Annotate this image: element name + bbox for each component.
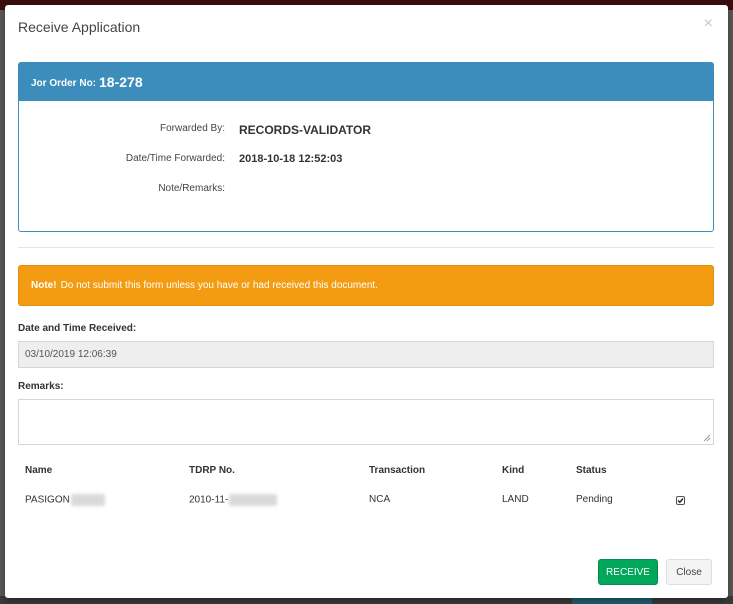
- redacted-name: [70, 494, 105, 506]
- col-header-transaction: Transaction: [369, 465, 426, 476]
- cell-status: Pending: [576, 494, 613, 505]
- receive-application-modal: Receive Application × Jor Order No: 18-2…: [5, 5, 728, 598]
- cell-transaction: NCA: [369, 494, 391, 505]
- date-forwarded-label: Date/Time Forwarded:: [125, 153, 225, 164]
- cell-tdrp: 2010-11-: [189, 494, 278, 506]
- resize-grip-icon[interactable]: [703, 434, 711, 442]
- col-header-name: Name: [25, 465, 53, 476]
- col-header-kind: Kind: [502, 465, 525, 476]
- alert-strong: Note!: [31, 280, 57, 291]
- date-received-value: 03/10/2019 12:06:39: [25, 349, 117, 360]
- close-icon[interactable]: ×: [704, 15, 713, 33]
- modal-header: Receive Application ×: [5, 5, 728, 49]
- cell-tdrp-text: 2010-11-: [189, 494, 229, 506]
- forwarded-by-value: RECORDS-VALIDATOR: [239, 123, 371, 137]
- row-select-checkbox[interactable]: [676, 496, 685, 505]
- divider: [18, 247, 714, 248]
- date-received-label: Date and Time Received:: [18, 323, 137, 334]
- close-button[interactable]: Close: [666, 559, 712, 585]
- alert-text: Do not submit this form unless you have …: [60, 280, 378, 291]
- warning-alert: Note! Do not submit this form unless you…: [18, 265, 714, 306]
- panel-heading: Jor Order No: 18-278: [19, 63, 713, 101]
- cell-name-text: PASIGON: [25, 494, 70, 506]
- remarks-label: Remarks:: [18, 381, 64, 392]
- modal-title: Receive Application: [18, 19, 141, 35]
- note-remarks-row: Note/Remarks:: [19, 183, 713, 199]
- job-order-label: Jor Order No:: [31, 77, 97, 89]
- remarks-textarea[interactable]: [18, 399, 714, 445]
- date-received-input[interactable]: 03/10/2019 12:06:39: [18, 341, 714, 368]
- receive-button[interactable]: RECEIVE: [598, 559, 658, 585]
- cell-kind: LAND: [502, 494, 529, 505]
- redacted-tdrp: [229, 494, 278, 506]
- col-header-tdrp: TDRP No.: [189, 465, 235, 476]
- forwarded-by-row: Forwarded By: RECORDS-VALIDATOR: [19, 123, 713, 139]
- checkmark-icon: [677, 498, 684, 504]
- date-forwarded-value: 2018-10-18 12:52:03: [239, 153, 343, 165]
- job-order-number: 18-278: [99, 74, 143, 90]
- job-order-panel: Jor Order No: 18-278 Forwarded By: RECOR…: [18, 62, 714, 232]
- forwarded-by-label: Forwarded By:: [159, 123, 225, 134]
- date-forwarded-row: Date/Time Forwarded: 2018-10-18 12:52:03: [19, 153, 713, 169]
- cell-name: PASIGON: [25, 494, 105, 506]
- col-header-status: Status: [576, 465, 607, 476]
- note-remarks-label: Note/Remarks:: [158, 183, 225, 194]
